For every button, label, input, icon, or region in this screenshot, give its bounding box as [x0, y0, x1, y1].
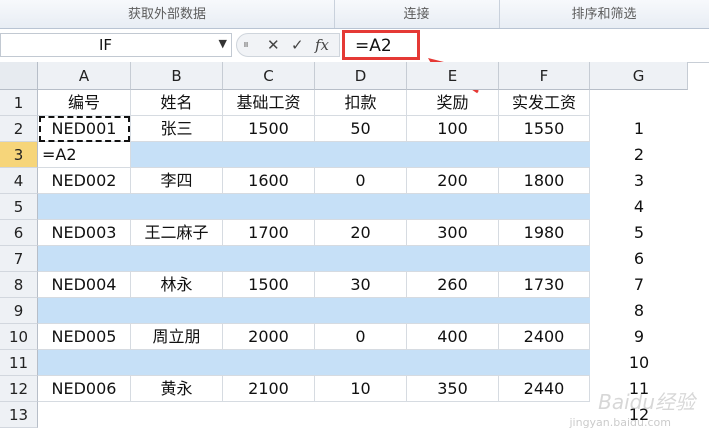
g-column-value[interactable]: 3 [590, 168, 688, 194]
header-cell[interactable]: 扣款 [315, 90, 407, 116]
column-header-d[interactable]: D [315, 62, 407, 90]
editing-cell-a3[interactable]: =A2 [38, 142, 131, 168]
data-cell[interactable]: 100 [407, 116, 499, 142]
row-header-13[interactable]: 13 [0, 402, 38, 428]
g-column-value[interactable]: 8 [590, 298, 688, 324]
data-cell[interactable]: 1800 [499, 168, 590, 194]
column-header-g[interactable]: G [590, 62, 688, 90]
data-cell[interactable]: 1500 [223, 272, 315, 298]
data-cell[interactable]: NED003 [38, 220, 131, 246]
g-column-value[interactable]: 2 [590, 142, 688, 168]
data-cell[interactable]: 1700 [223, 220, 315, 246]
data-cell[interactable]: 30 [315, 272, 407, 298]
data-cell[interactable]: 李四 [131, 168, 223, 194]
column-header-c[interactable]: C [223, 62, 315, 90]
data-cell[interactable]: 张三 [131, 116, 223, 142]
data-cell[interactable]: 1730 [499, 272, 590, 298]
data-cell[interactable]: 350 [407, 376, 499, 402]
watermark-logo: Baidu经验 [598, 390, 695, 414]
row-header-8[interactable]: 8 [0, 272, 38, 298]
row-header-3[interactable]: 3 [0, 142, 38, 168]
data-cell[interactable]: 1500 [223, 116, 315, 142]
data-cell[interactable]: 2000 [223, 324, 315, 350]
g-column-value[interactable]: 6 [590, 246, 688, 272]
data-cell[interactable]: NED005 [38, 324, 131, 350]
data-cell[interactable]: 2100 [223, 376, 315, 402]
data-cell[interactable]: 1550 [499, 116, 590, 142]
data-cell[interactable]: 林永 [131, 272, 223, 298]
data-cell[interactable]: 0 [315, 324, 407, 350]
column-header-e[interactable]: E [407, 62, 499, 90]
g-column-value[interactable]: 9 [590, 324, 688, 350]
data-cell[interactable]: 50 [315, 116, 407, 142]
g-column-value[interactable]: 7 [590, 272, 688, 298]
data-cell[interactable]: 400 [407, 324, 499, 350]
data-cell[interactable]: 10 [315, 376, 407, 402]
highlighted-blank-row[interactable] [38, 194, 590, 220]
row-header-7[interactable]: 7 [0, 246, 38, 272]
data-cell[interactable]: 300 [407, 220, 499, 246]
header-cell[interactable]: 实发工资 [499, 90, 590, 116]
data-cell[interactable]: 王二麻子 [131, 220, 223, 246]
row-header-1[interactable]: 1 [0, 90, 38, 116]
column-header-f[interactable]: F [499, 62, 590, 90]
highlighted-blank-row[interactable] [38, 298, 590, 324]
data-cell[interactable]: 20 [315, 220, 407, 246]
data-cell[interactable]: 2440 [499, 376, 590, 402]
row-header-9[interactable]: 9 [0, 298, 38, 324]
data-cell[interactable]: 260 [407, 272, 499, 298]
data-cell[interactable]: NED002 [38, 168, 131, 194]
g-column-value[interactable]: 1 [590, 116, 688, 142]
data-cell[interactable]: 2400 [499, 324, 590, 350]
header-cell[interactable]: 编号 [38, 90, 131, 116]
row-header-10[interactable]: 10 [0, 324, 38, 350]
header-cell[interactable]: 基础工资 [223, 90, 315, 116]
row-header-4[interactable]: 4 [0, 168, 38, 194]
data-cell[interactable]: 200 [407, 168, 499, 194]
watermark-url: jingyan.baidu.com [569, 416, 671, 429]
column-header-b[interactable]: B [131, 62, 223, 90]
row-header-5[interactable]: 5 [0, 194, 38, 220]
g-column-value[interactable]: 5 [590, 220, 688, 246]
copy-reference-marquee [39, 116, 130, 142]
row-header-11[interactable]: 11 [0, 350, 38, 376]
data-cell[interactable]: 周立朋 [131, 324, 223, 350]
row-header-2[interactable]: 2 [0, 116, 38, 142]
select-all-corner[interactable] [0, 62, 38, 90]
header-cell[interactable]: 奖励 [407, 90, 499, 116]
data-cell[interactable]: 1600 [223, 168, 315, 194]
column-header-a[interactable]: A [38, 62, 131, 90]
data-cell[interactable]: 黄永 [131, 376, 223, 402]
highlighted-blank-row[interactable] [38, 350, 590, 376]
row-header-12[interactable]: 12 [0, 376, 38, 402]
row-header-6[interactable]: 6 [0, 220, 38, 246]
data-cell[interactable]: NED004 [38, 272, 131, 298]
g-column-value[interactable]: 4 [590, 194, 688, 220]
data-cell[interactable]: NED006 [38, 376, 131, 402]
highlighted-blank-row[interactable] [38, 246, 590, 272]
header-cell[interactable]: 姓名 [131, 90, 223, 116]
data-cell[interactable]: 1980 [499, 220, 590, 246]
g-column-value[interactable]: 10 [590, 350, 688, 376]
data-cell[interactable]: 0 [315, 168, 407, 194]
